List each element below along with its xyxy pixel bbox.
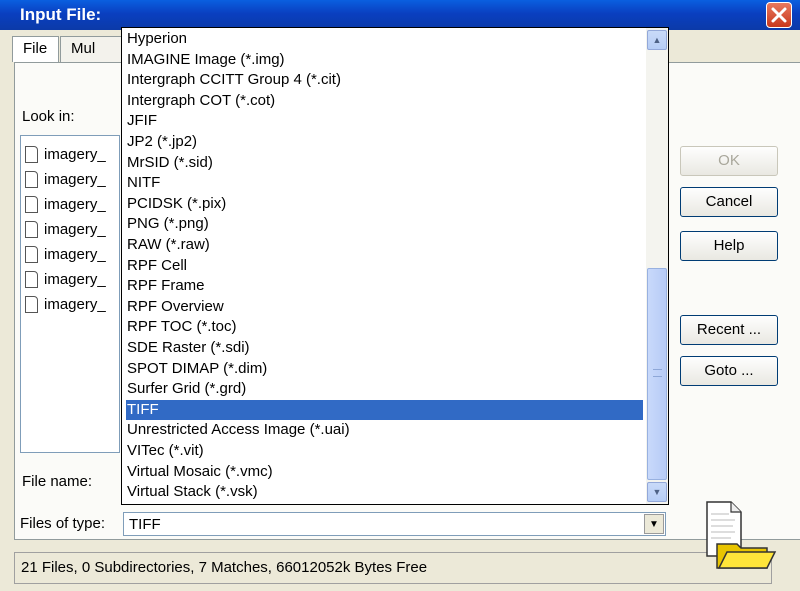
file-icon [25,220,38,238]
tab-file[interactable]: File [12,36,59,62]
dropdown-option[interactable]: NITF [126,173,643,193]
window-title: Input File: [20,5,102,24]
dropdown-option[interactable]: RPF TOC (*.toc) [126,317,643,337]
tab-multiple-label: Mul [71,40,96,57]
file-item-label: imagery_ [44,195,106,213]
file-icon [25,295,38,313]
dropdown-scrollbar[interactable]: ▲ ▼ [646,28,668,504]
dropdown-option[interactable]: Intergraph COT (*.cot) [126,91,643,111]
list-item[interactable]: imagery_ [25,293,106,315]
dropdown-option[interactable]: SPOT DIMAP (*.dim) [126,359,643,379]
file-item-label: imagery_ [44,220,106,238]
dropdown-option[interactable]: IMAGINE Image (*.img) [126,50,643,70]
list-item[interactable]: imagery_ [25,193,106,215]
dropdown-option[interactable]: RPF Cell [126,256,643,276]
dropdown-option[interactable]: PNG (*.png) [126,214,643,234]
file-icon [25,270,38,288]
tab-multiple[interactable]: Mul [60,36,130,62]
file-icon [25,245,38,263]
file-icon [25,145,38,163]
file-list[interactable]: imagery_ imagery_ imagery_ imagery_ imag… [20,135,120,453]
file-icon [25,195,38,213]
list-item[interactable]: imagery_ [25,218,106,240]
dropdown-option[interactable]: PCIDSK (*.pix) [126,194,643,214]
file-item-label: imagery_ [44,270,106,288]
scrollbar-thumb[interactable] [647,268,667,480]
file-item-label: imagery_ [44,145,106,163]
cancel-button[interactable]: Cancel [680,187,778,217]
status-text: 21 Files, 0 Subdirectories, 7 Matches, 6… [21,559,428,576]
dropdown-option[interactable]: SDE Raster (*.sdi) [126,338,643,358]
goto-button[interactable]: Goto ... [680,356,778,386]
file-name-label: File name: [22,473,93,490]
open-folder-document-icon [706,501,777,569]
files-of-type-value: TIFF [129,516,161,533]
file-item-label: imagery_ [44,245,106,263]
dropdown-option[interactable]: Intergraph CCITT Group 4 (*.cit) [126,70,643,90]
tab-file-label: File [23,40,48,57]
scroll-down-button[interactable]: ▼ [647,482,667,502]
file-icon [25,170,38,188]
list-item[interactable]: imagery_ [25,243,106,265]
dropdown-option[interactable]: Surfer Grid (*.grd) [126,379,643,399]
dropdown-option[interactable]: RAW (*.raw) [126,235,643,255]
help-button[interactable]: Help [680,231,778,261]
file-item-label: imagery_ [44,295,106,313]
dropdown-option[interactable]: MrSID (*.sid) [126,153,643,173]
recent-button[interactable]: Recent ... [680,315,778,345]
ok-button[interactable]: OK [680,146,778,176]
dropdown-option[interactable]: TIFF [126,399,643,420]
dropdown-option[interactable]: Unrestricted Access Image (*.uai) [126,420,643,440]
list-item[interactable]: imagery_ [25,143,106,165]
dropdown-option[interactable]: JFIF [126,111,643,131]
dropdown-option[interactable]: Virtual Mosaic (*.vmc) [126,462,643,482]
files-of-type-label: Files of type: [20,515,106,532]
dropdown-option[interactable]: RPF Frame [126,276,643,296]
close-icon [771,7,787,23]
file-type-dropdown-list[interactable]: Hyperion IMAGINE Image (*.img) Intergraph … [121,27,669,505]
grip-icon [653,369,662,377]
title-bar: Input File: [0,0,800,30]
close-button[interactable] [766,2,792,28]
dropdown-option[interactable]: VITec (*.vit) [126,441,643,461]
look-in-label: Look in: [22,108,75,125]
file-item-label: imagery_ [44,170,106,188]
list-item[interactable]: imagery_ [25,268,106,290]
files-of-type-select[interactable]: TIFF ▼ [123,512,666,536]
dropdown-option[interactable]: JP2 (*.jp2) [126,132,643,152]
dropdown-option[interactable]: RPF Overview [126,297,643,317]
input-file-dialog: Input File: File Mul Look in: imagery_ i… [0,0,800,591]
dropdown-option[interactable]: Hyperion [126,29,643,49]
status-bar: 21 Files, 0 Subdirectories, 7 Matches, 6… [14,552,772,584]
list-item[interactable]: imagery_ [25,168,106,190]
dropdown-option[interactable]: Virtual Stack (*.vsk) [126,482,643,502]
chevron-down-icon[interactable]: ▼ [644,514,664,534]
scroll-up-button[interactable]: ▲ [647,30,667,50]
